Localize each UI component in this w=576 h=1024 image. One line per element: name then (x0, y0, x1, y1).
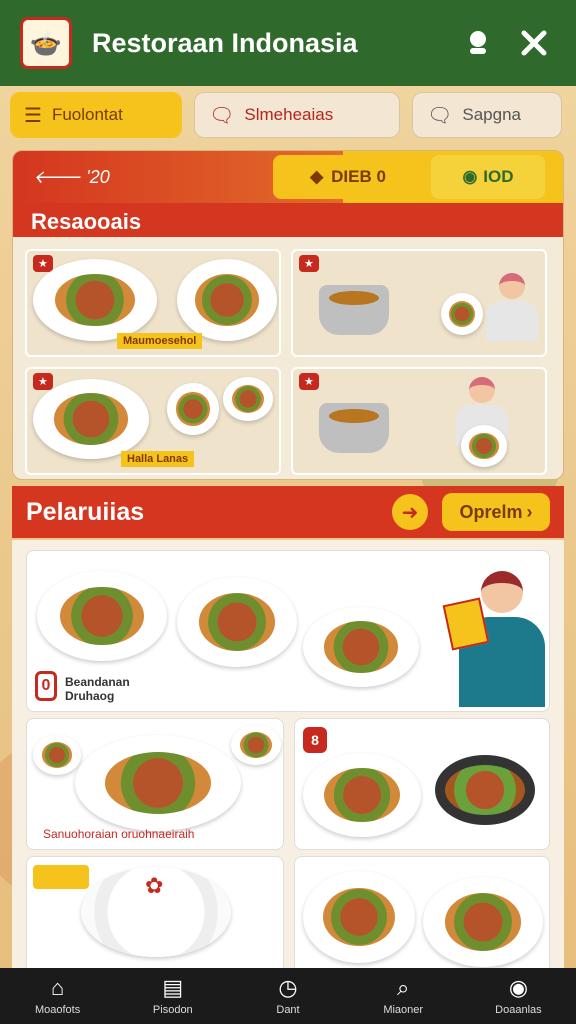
panel-header: 🡐 '20 ◆ DIEB 0 ◉ IOD (13, 151, 563, 203)
badge-icon: ★ (299, 373, 319, 390)
close-icon[interactable] (512, 21, 556, 65)
dish-badge: 8 (303, 727, 327, 753)
pill-iod[interactable]: ◉ IOD (431, 155, 545, 199)
nav-label: Miaoner (383, 1004, 424, 1016)
chip-sapgna[interactable]: 🗨 Sapgna (412, 92, 562, 138)
featured-name: Beandanan Druhaog (65, 675, 130, 703)
nav-label: Moaofots (34, 1004, 81, 1016)
arrow-button[interactable]: ➜ (392, 494, 428, 530)
dish-image (167, 383, 219, 435)
dish-caption: Sanuohoraian oruohnaeiraih (43, 827, 195, 841)
nav-label: Doaanlas (495, 1004, 542, 1016)
user-icon: ◉ (508, 975, 529, 1000)
pot-image (319, 285, 389, 335)
app-title: Restoraan Indonasia (92, 27, 358, 58)
pot-image (319, 403, 389, 453)
restaurant-logo: 🍲 (20, 17, 72, 69)
bottom-nav: ⌂ Moaofots ▤ Pisodon ◷ Dant ⌕ Miaoner ◉ … (0, 968, 576, 1024)
profile-icon[interactable] (456, 21, 500, 65)
home-icon: ⌂ (50, 975, 65, 1000)
dish-image (75, 735, 241, 831)
badge-icon: ★ (299, 255, 319, 272)
food-grid: ★ Maumoesehol ★ ★ Halla Lanas ★ (13, 237, 563, 479)
search-icon: ⌕ (397, 975, 410, 1000)
pill-diebo[interactable]: ◆ DIEB 0 (273, 155, 423, 199)
featured-name-line-1: Beandanan (65, 675, 130, 689)
dishes-section-header: Pelaruiias ➜ Oprelm › (12, 486, 564, 538)
list-icon: ☰ (24, 104, 42, 127)
card-label: Halla Lanas (121, 451, 195, 467)
dish-card[interactable]: 8 (294, 718, 550, 850)
arrow-right-icon: ➜ (401, 501, 419, 524)
nav-item-menu[interactable]: ▤ Pisodon (115, 968, 230, 1024)
nav-item-profile[interactable]: ◉ Doaanlas (461, 968, 576, 1024)
chat-icon: 🗨 (427, 104, 453, 127)
dishes-panel: 0 Beandanan Druhaog Sanuohoraian oruohna… (12, 540, 564, 970)
clipboard-icon: ▤ (162, 975, 184, 1000)
open-button[interactable]: Oprelm › (442, 493, 550, 531)
dish-image (303, 753, 421, 837)
section-title: Pelaruiias (26, 497, 145, 526)
chip-slmeheaias[interactable]: 🗨 Slmeheaias (194, 92, 400, 138)
chip-label: Fuolontat (51, 105, 123, 124)
dish-image (33, 259, 157, 341)
app-bar: 🍲 Restoraan Indonasia (0, 0, 576, 86)
pill-label: IOD (483, 167, 514, 186)
card-label: Maumoesehol (117, 333, 203, 349)
person-image (483, 273, 541, 343)
open-label: Oprelm (459, 501, 523, 522)
dish-image (177, 259, 277, 341)
sauce-image (231, 725, 281, 765)
tag-icon: ◆ (310, 167, 324, 186)
featured-name-line-2: Druhaog (65, 689, 115, 703)
sauce-image (33, 735, 81, 775)
dish-card[interactable]: Sanuohoraian oruohnaeiraih (26, 718, 284, 850)
nav-item-search[interactable]: ⌕ Miaoner (346, 968, 461, 1024)
dish-image (177, 577, 297, 667)
dish-image (461, 425, 507, 467)
featured-dish-card[interactable]: 0 Beandanan Druhaog (26, 550, 550, 712)
food-card[interactable]: ★ (291, 249, 547, 357)
pill-label: DIEB 0 (331, 167, 386, 186)
badge-icon (33, 865, 89, 889)
chef-image (442, 571, 547, 711)
nav-label: Pisodon (152, 1004, 193, 1016)
chevron-right-icon: › (526, 501, 533, 522)
dish-image (33, 379, 149, 459)
dish-image (441, 293, 483, 335)
dish-card[interactable] (26, 856, 284, 970)
food-card[interactable]: ★ Maumoesehol (25, 249, 281, 357)
pin-icon: ◉ (462, 167, 478, 186)
arrow-left-icon: 🡐 (33, 166, 82, 187)
section-title: Resaooais (13, 203, 563, 237)
pan-image (435, 755, 535, 825)
dish-image (37, 571, 167, 661)
nav-label: Dant (276, 1004, 300, 1016)
badge-icon: ★ (33, 255, 53, 272)
back-button[interactable]: 🡐 '20 (13, 167, 273, 188)
clock-icon: ◷ (278, 975, 298, 1000)
dish-image (303, 607, 419, 687)
back-label: '20 (86, 166, 110, 187)
featured-badge: 0 (35, 671, 57, 701)
nav-item-dant[interactable]: ◷ Dant (230, 968, 345, 1024)
dish-card[interactable] (294, 856, 550, 970)
chip-fuolontat[interactable]: ☰ Fuolontat (10, 92, 182, 138)
chat-icon: 🗨 (209, 104, 235, 127)
dish-image (423, 877, 543, 967)
rice-image (81, 867, 231, 957)
dish-image (303, 871, 415, 963)
restaurants-panel: 🡐 '20 ◆ DIEB 0 ◉ IOD Resaooais ★ Maumoes… (12, 150, 564, 480)
sign-image (442, 597, 490, 651)
filter-chips: ☰ Fuolontat 🗨 Slmeheaias 🗨 Sapgna (10, 92, 566, 138)
chip-label: Slmeheaias (244, 105, 334, 124)
badge-icon: ★ (33, 373, 53, 390)
food-card[interactable]: ★ (291, 367, 547, 475)
food-card[interactable]: ★ Halla Lanas (25, 367, 281, 475)
nav-item-home[interactable]: ⌂ Moaofots (0, 968, 115, 1024)
dish-image (223, 377, 273, 421)
chip-label: Sapgna (462, 105, 522, 124)
